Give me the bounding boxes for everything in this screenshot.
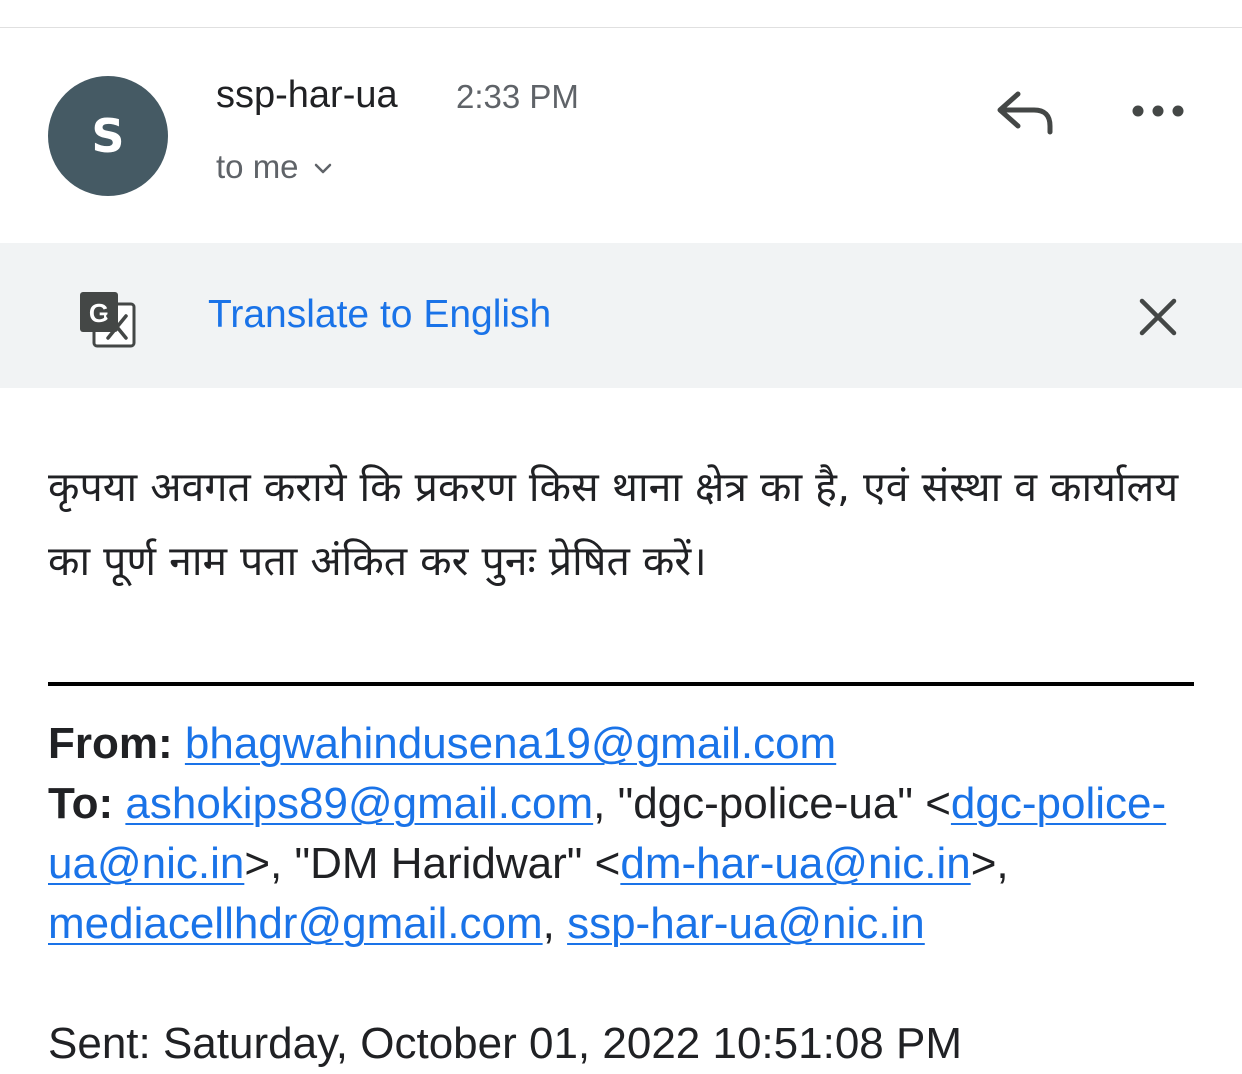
google-translate-icon: G xyxy=(80,292,136,348)
timestamp: 2:33 PM xyxy=(456,78,579,115)
to-email-link-5[interactable]: ssp-har-ua@nic.in xyxy=(567,899,925,948)
to-email-link-3[interactable]: dm-har-ua@nic.in xyxy=(620,839,970,888)
separator: , xyxy=(593,779,618,828)
avatar-letter: S xyxy=(91,109,125,163)
to-label: To: xyxy=(48,779,114,828)
top-divider xyxy=(0,27,1242,28)
recipient-toggle[interactable]: to me xyxy=(216,148,333,186)
recipient-label: to me xyxy=(216,148,299,185)
more-horizontal-icon xyxy=(1132,105,1184,117)
chevron-down-icon xyxy=(314,163,331,174)
avatar[interactable]: S xyxy=(48,76,168,196)
message-body: कृपया अवगत कराये कि प्रकरण किस थाना क्षे… xyxy=(48,463,1179,585)
separator: >, xyxy=(244,839,295,888)
from-line: From: bhagwahindusena19@gmail.com xyxy=(48,714,1208,774)
reply-icon xyxy=(997,91,1053,135)
close-translate-button[interactable] xyxy=(1134,293,1182,341)
more-options-button[interactable] xyxy=(1128,96,1188,126)
to-name-2: "dgc-police-ua" < xyxy=(617,779,951,828)
svg-text:G: G xyxy=(89,298,109,328)
to-line: To: ashokips89@gmail.com, "dgc-police-ua… xyxy=(48,774,1208,954)
separator: , xyxy=(542,899,568,948)
separator: >, xyxy=(970,839,1009,888)
forwarded-header: From: bhagwahindusena19@gmail.com To: as… xyxy=(48,714,1208,954)
to-email-link-4[interactable]: mediacellhdr@gmail.com xyxy=(48,899,543,948)
sent-line: Sent: Saturday, October 01, 2022 10:51:0… xyxy=(48,1019,962,1068)
forward-divider xyxy=(48,682,1194,686)
reply-button[interactable] xyxy=(994,84,1060,144)
to-name-3: "DM Haridwar" < xyxy=(294,839,621,888)
translate-to-english-link[interactable]: Translate to English xyxy=(208,293,551,337)
translate-bar: G Translate to English xyxy=(0,243,1242,388)
to-email-link-1[interactable]: ashokips89@gmail.com xyxy=(125,779,593,828)
from-email-link[interactable]: bhagwahindusena19@gmail.com xyxy=(185,719,836,768)
close-icon xyxy=(1139,298,1177,336)
from-label: From: xyxy=(48,719,173,768)
sender-name: ssp-har-ua xyxy=(216,74,398,116)
